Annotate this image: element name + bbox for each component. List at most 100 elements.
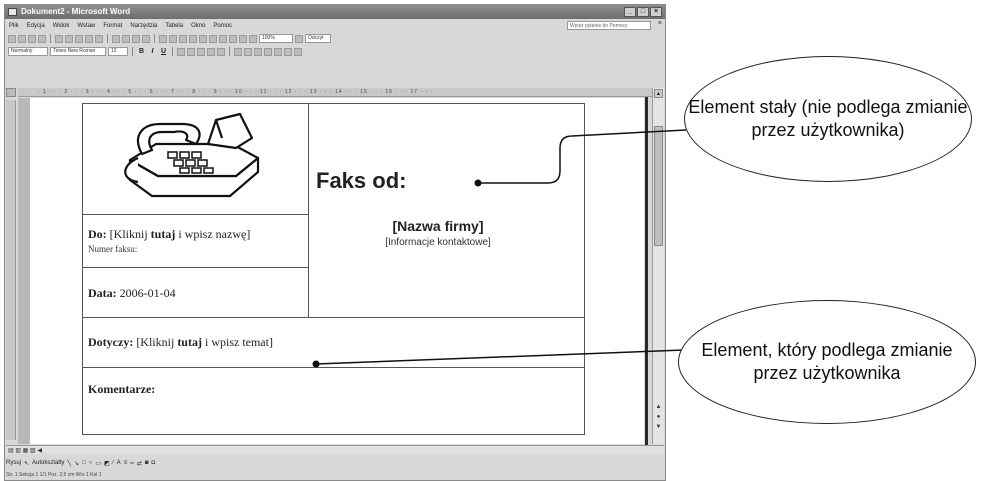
highlight-icon[interactable]	[284, 47, 292, 56]
dash-style-icon[interactable]: ┅	[130, 460, 134, 467]
tab-selector[interactable]	[6, 88, 16, 97]
bold-icon[interactable]: B	[137, 48, 146, 55]
toolbar-separator	[50, 34, 51, 43]
window-title: Dokument2 - Microsoft Word	[21, 7, 131, 16]
format-painter-icon[interactable]	[142, 34, 150, 43]
close-button[interactable]: ×	[650, 7, 662, 17]
minimize-button[interactable]: _	[624, 7, 636, 17]
align-left-icon[interactable]	[177, 47, 185, 56]
save-icon[interactable]	[28, 34, 36, 43]
arrow-icon[interactable]: ↘	[74, 460, 79, 467]
font-color-draw-icon[interactable]: A	[117, 460, 121, 466]
tables-borders-icon[interactable]	[189, 34, 197, 43]
read-button[interactable]: Odczyt	[305, 34, 331, 43]
hyperlink-icon[interactable]	[179, 34, 187, 43]
align-right-icon[interactable]	[197, 47, 205, 56]
menu-item-file[interactable]: Plik	[9, 23, 19, 29]
email-icon[interactable]	[55, 34, 63, 43]
drawing-icon[interactable]	[229, 34, 237, 43]
insert-table-icon[interactable]	[199, 34, 207, 43]
oval-icon[interactable]: ○	[89, 460, 93, 466]
close-document-icon[interactable]: ×	[658, 20, 662, 27]
cut-icon[interactable]	[112, 34, 120, 43]
view-buttons[interactable]: ▤ ▥ ▦ ▧ ◀	[8, 447, 42, 454]
vertical-scrollbar[interactable]: ▲ ▲ ● ▼	[652, 88, 664, 444]
fax-number-label[interactable]: Numer faksu:	[88, 244, 137, 254]
undo-icon[interactable]	[159, 34, 167, 43]
justify-icon[interactable]	[207, 47, 215, 56]
scroll-thumb[interactable]	[654, 126, 663, 246]
menu-item-insert[interactable]: Wstaw	[77, 23, 95, 29]
line-spacing-icon[interactable]	[217, 47, 225, 56]
spelling-icon[interactable]	[85, 34, 93, 43]
line-style-icon[interactable]: ≡	[124, 460, 128, 466]
maximize-button[interactable]: □	[637, 7, 649, 17]
font-select[interactable]: Times New Roman	[50, 47, 106, 56]
callout-fixed-element: Element stały (nie podlega zmianie przez…	[684, 56, 972, 182]
select-objects-icon[interactable]: ↖	[24, 460, 29, 467]
recipient-field[interactable]: Do: [Kliknij tutaj i wpisz nazwę]	[88, 227, 250, 242]
subject-placeholder-pre: [Kliknij	[136, 335, 178, 349]
menu-item-window[interactable]: Okno	[191, 23, 205, 29]
browse-object-icon[interactable]: ●	[655, 414, 662, 421]
zoom-select[interactable]: 100%	[259, 34, 293, 43]
line-icon[interactable]: ╲	[67, 460, 71, 467]
print-icon[interactable]	[65, 34, 73, 43]
align-center-icon[interactable]	[187, 47, 195, 56]
decrease-indent-icon[interactable]	[254, 47, 262, 56]
font-size-select[interactable]: 12	[108, 47, 128, 56]
show-hide-icon[interactable]	[249, 34, 257, 43]
increase-indent-icon[interactable]	[264, 47, 272, 56]
numbering-icon[interactable]	[234, 47, 242, 56]
document-map-icon[interactable]	[239, 34, 247, 43]
menu-item-tools[interactable]: Narzędzia	[130, 23, 157, 29]
insert-excel-icon[interactable]	[209, 34, 217, 43]
research-icon[interactable]	[95, 34, 103, 43]
menu-item-edit[interactable]: Edycja	[27, 23, 45, 29]
paste-icon[interactable]	[132, 34, 140, 43]
rectangle-icon[interactable]: □	[82, 460, 86, 466]
bullets-icon[interactable]	[244, 47, 252, 56]
3d-icon[interactable]: ◘	[151, 460, 155, 466]
contact-info-field[interactable]: [Informacje kontaktowe]	[309, 237, 567, 248]
menu-item-table[interactable]: Tabela	[165, 23, 183, 29]
date-field[interactable]: Data: 2006-01-04	[88, 286, 176, 301]
textbox-icon[interactable]: ▭	[95, 460, 101, 467]
help-icon[interactable]	[295, 34, 303, 43]
drawing-toolbar: Rysuj ↖ Autokształty ╲ ↘ □ ○ ▭ ◩ ∕ A ≡ ┅…	[6, 457, 662, 469]
new-document-icon[interactable]	[8, 34, 16, 43]
font-color-icon[interactable]	[294, 47, 302, 56]
help-search-input[interactable]: Wpisz pytanie do Pomocy	[567, 21, 651, 30]
menu-item-help[interactable]: Pomoc	[213, 23, 232, 29]
open-icon[interactable]	[18, 34, 26, 43]
table-row-divider	[82, 214, 309, 215]
columns-icon[interactable]	[219, 34, 227, 43]
autoshapes-menu[interactable]: Autokształty	[32, 460, 64, 466]
menu-item-view[interactable]: Widok	[53, 23, 70, 29]
previous-page-icon[interactable]: ▲	[655, 404, 662, 411]
scroll-up-arrow-icon[interactable]: ▲	[654, 89, 663, 98]
fill-color-icon[interactable]: ◩	[104, 460, 110, 467]
company-name-field[interactable]: [Nazwa firmy]	[309, 218, 567, 234]
menu-item-format[interactable]: Format	[103, 23, 122, 29]
title-bar: Dokument2 - Microsoft Word _ □ ×	[5, 5, 665, 19]
next-page-icon[interactable]: ▼	[655, 424, 662, 431]
draw-menu[interactable]: Rysuj	[6, 460, 21, 466]
redo-icon[interactable]	[169, 34, 177, 43]
subject-field[interactable]: Dotyczy: [Kliknij tutaj i wpisz temat]	[88, 335, 273, 350]
horizontal-ruler[interactable]: · 1 · · · 2 · · · 3 · · · 4 · · · 5 · · …	[18, 88, 652, 97]
print-preview-icon[interactable]	[75, 34, 83, 43]
outside-border-icon[interactable]	[274, 47, 282, 56]
vertical-ruler[interactable]	[6, 100, 16, 440]
menu-bar: Plik Edycja Widok Wstaw Format Narzędzia…	[5, 20, 665, 31]
italic-icon[interactable]: I	[148, 48, 157, 55]
permission-icon[interactable]	[38, 34, 46, 43]
underline-icon[interactable]: U	[159, 48, 168, 55]
shadow-icon[interactable]: ◙	[145, 460, 149, 466]
arrow-style-icon[interactable]: ⇄	[137, 460, 142, 467]
copy-icon[interactable]	[122, 34, 130, 43]
comments-label[interactable]: Komentarze:	[88, 382, 155, 397]
horizontal-scrollbar[interactable]: ▤ ▥ ▦ ▧ ◀	[6, 445, 664, 454]
style-select[interactable]: Normalny	[8, 47, 48, 56]
line-color-icon[interactable]: ∕	[113, 460, 114, 466]
